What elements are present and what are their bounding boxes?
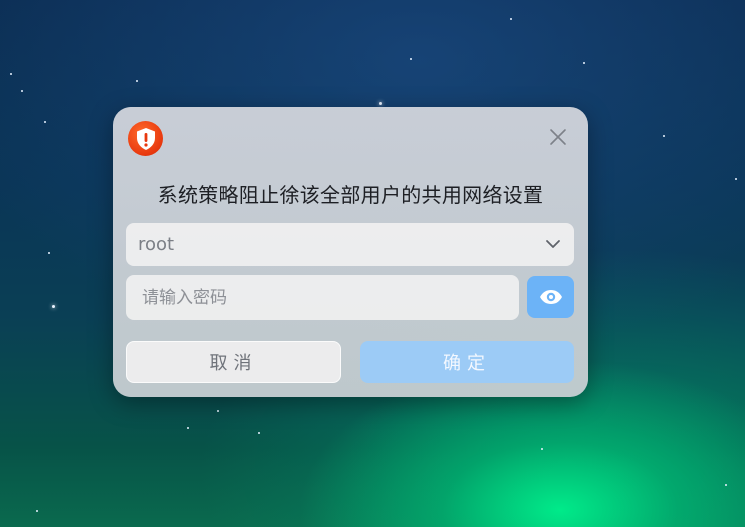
- star: [583, 62, 585, 64]
- star: [10, 73, 12, 75]
- password-input[interactable]: [126, 275, 519, 320]
- star: [379, 102, 382, 105]
- star: [410, 58, 412, 60]
- show-password-button[interactable]: [527, 276, 574, 318]
- star: [52, 305, 55, 308]
- star: [663, 135, 665, 137]
- star: [187, 427, 189, 429]
- star: [258, 432, 260, 434]
- close-icon: [550, 129, 566, 145]
- star: [735, 178, 737, 180]
- star: [44, 121, 46, 123]
- star: [725, 484, 727, 486]
- star: [48, 252, 50, 254]
- eye-icon: [539, 290, 562, 304]
- confirm-button[interactable]: 确定: [360, 341, 574, 383]
- star: [136, 80, 138, 82]
- dialog-title: 系统策略阻止徐该全部用户的共用网络设置: [157, 183, 544, 207]
- network-policy-auth-dialog: 系统策略阻止徐该全部用户的共用网络设置 root 取消 确定: [113, 107, 588, 397]
- star: [21, 90, 23, 92]
- star: [541, 448, 543, 450]
- chevron-down-icon: [546, 240, 560, 248]
- star: [36, 510, 38, 512]
- star: [217, 410, 219, 412]
- user-select-value: root: [138, 234, 175, 255]
- close-button[interactable]: [546, 125, 570, 149]
- star: [510, 18, 512, 20]
- cancel-button[interactable]: 取消: [126, 341, 341, 383]
- user-select[interactable]: root: [126, 223, 574, 266]
- shield-warning-icon: [128, 121, 163, 156]
